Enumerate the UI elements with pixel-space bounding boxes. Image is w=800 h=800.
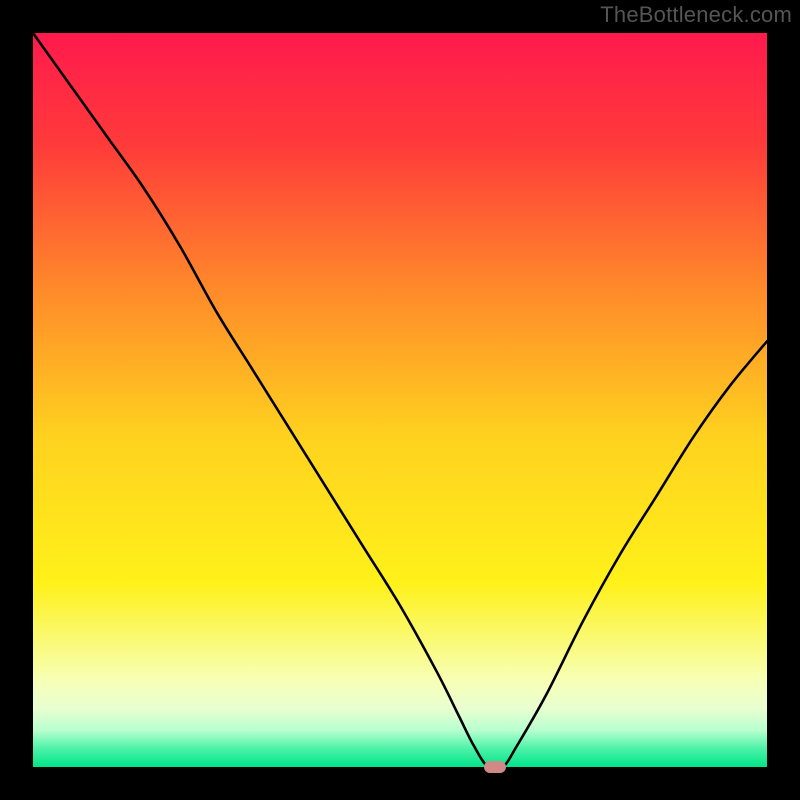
chart-frame: [33, 33, 767, 767]
optimal-point-marker: [484, 761, 506, 773]
watermark-text: TheBottleneck.com: [600, 2, 792, 28]
bottleneck-curve: [33, 33, 767, 767]
